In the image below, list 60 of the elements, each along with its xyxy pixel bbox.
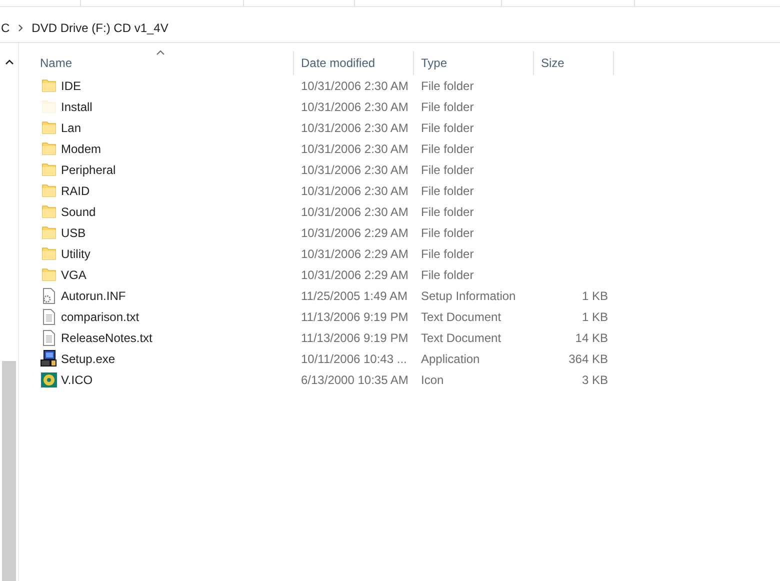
chevron-icon bbox=[18, 24, 24, 32]
date-cell-text: 10/31/2006 2:29 AM bbox=[300, 226, 410, 240]
type-cell-text: File folder bbox=[420, 78, 475, 92]
file-name[interactable]: Autorun.INF bbox=[61, 288, 126, 302]
date-cell-text: 10/31/2006 2:30 AM bbox=[300, 142, 410, 156]
date-cell-text: 10/31/2006 2:30 AM bbox=[300, 162, 410, 176]
type-cell-text: File folder bbox=[420, 142, 475, 156]
type-cell-text: File folder bbox=[420, 204, 475, 218]
scroll-up-icon[interactable] bbox=[4, 59, 14, 65]
size-cell-text: 1 KB bbox=[580, 310, 609, 324]
size-cell-text: 364 KB bbox=[568, 352, 609, 366]
date-cell-text: 11/25/2005 1:49 AM bbox=[300, 288, 409, 302]
file-name[interactable]: V.ICO bbox=[61, 372, 93, 386]
date-cell-text: 10/31/2006 2:30 AM bbox=[300, 120, 410, 134]
column-header[interactable]: Type bbox=[414, 51, 534, 75]
type-cell-text: File folder bbox=[420, 184, 475, 198]
type-cell-text: File folder bbox=[420, 268, 475, 282]
date-cell-text: 10/31/2006 2:29 AM bbox=[300, 246, 410, 260]
date-cell-text: 10/31/2006 2:30 AM bbox=[300, 78, 410, 92]
file-name[interactable]: Peripheral bbox=[61, 162, 116, 176]
type-cell-text: File folder bbox=[420, 162, 475, 176]
sort-caret-icon bbox=[156, 50, 165, 55]
file-name[interactable]: Install bbox=[61, 100, 92, 114]
file-name[interactable]: comparison.txt bbox=[61, 310, 140, 324]
date-cell-text: 10/31/2006 2:29 AM bbox=[300, 268, 410, 282]
type-cell-text: File folder bbox=[420, 226, 475, 240]
breadcrumb-item[interactable]: C bbox=[1, 20, 10, 34]
file-name[interactable]: Modem bbox=[61, 142, 102, 156]
column-header[interactable]: Size bbox=[534, 51, 614, 75]
file-name[interactable]: VGA bbox=[61, 268, 86, 282]
size-cell-text: 1 KB bbox=[580, 288, 609, 302]
type-cell-text: Application bbox=[420, 352, 481, 366]
type-cell-text: Text Document bbox=[420, 310, 502, 324]
breadcrumb-item[interactable]: DVD Drive (F:) CD v1_4V bbox=[32, 20, 168, 34]
file-name[interactable]: IDE bbox=[61, 78, 82, 92]
type-cell-text: File folder bbox=[420, 246, 475, 260]
file-name[interactable]: USB bbox=[61, 226, 86, 240]
file-name[interactable]: Utility bbox=[61, 246, 90, 260]
type-cell-text: File folder bbox=[420, 100, 475, 114]
column-header[interactable]: Name bbox=[19, 51, 294, 75]
size-cell-text: 14 KB bbox=[574, 330, 609, 344]
scrollbar-thumb[interactable] bbox=[2, 361, 16, 581]
file-name[interactable]: Setup.exe bbox=[61, 352, 116, 366]
type-cell-text: File folder bbox=[420, 120, 475, 134]
date-cell-text: 10/11/2006 10:43 ... bbox=[300, 352, 408, 366]
date-cell-text: 6/13/2000 10:35 AM bbox=[300, 372, 410, 386]
date-cell-text: 11/13/2006 9:19 PM bbox=[300, 310, 410, 324]
date-cell-text: 10/31/2006 2:30 AM bbox=[300, 100, 410, 114]
date-cell-text: 10/31/2006 2:30 AM bbox=[300, 204, 410, 218]
date-cell-text: 10/31/2006 2:30 AM bbox=[300, 184, 410, 198]
file-name[interactable]: Sound bbox=[61, 204, 96, 218]
type-cell-text: Text Document bbox=[420, 330, 502, 344]
file-name[interactable]: ReleaseNotes.txt bbox=[61, 330, 152, 344]
size-cell-text: 3 KB bbox=[580, 372, 609, 386]
file-name[interactable]: RAID bbox=[61, 184, 90, 198]
type-cell-text: Icon bbox=[420, 372, 445, 386]
column-header[interactable]: Date modified bbox=[294, 51, 414, 75]
file-name[interactable]: Lan bbox=[61, 120, 82, 134]
date-cell-text: 11/13/2006 9:19 PM bbox=[300, 330, 410, 344]
type-cell-text: Setup Information bbox=[420, 288, 517, 302]
